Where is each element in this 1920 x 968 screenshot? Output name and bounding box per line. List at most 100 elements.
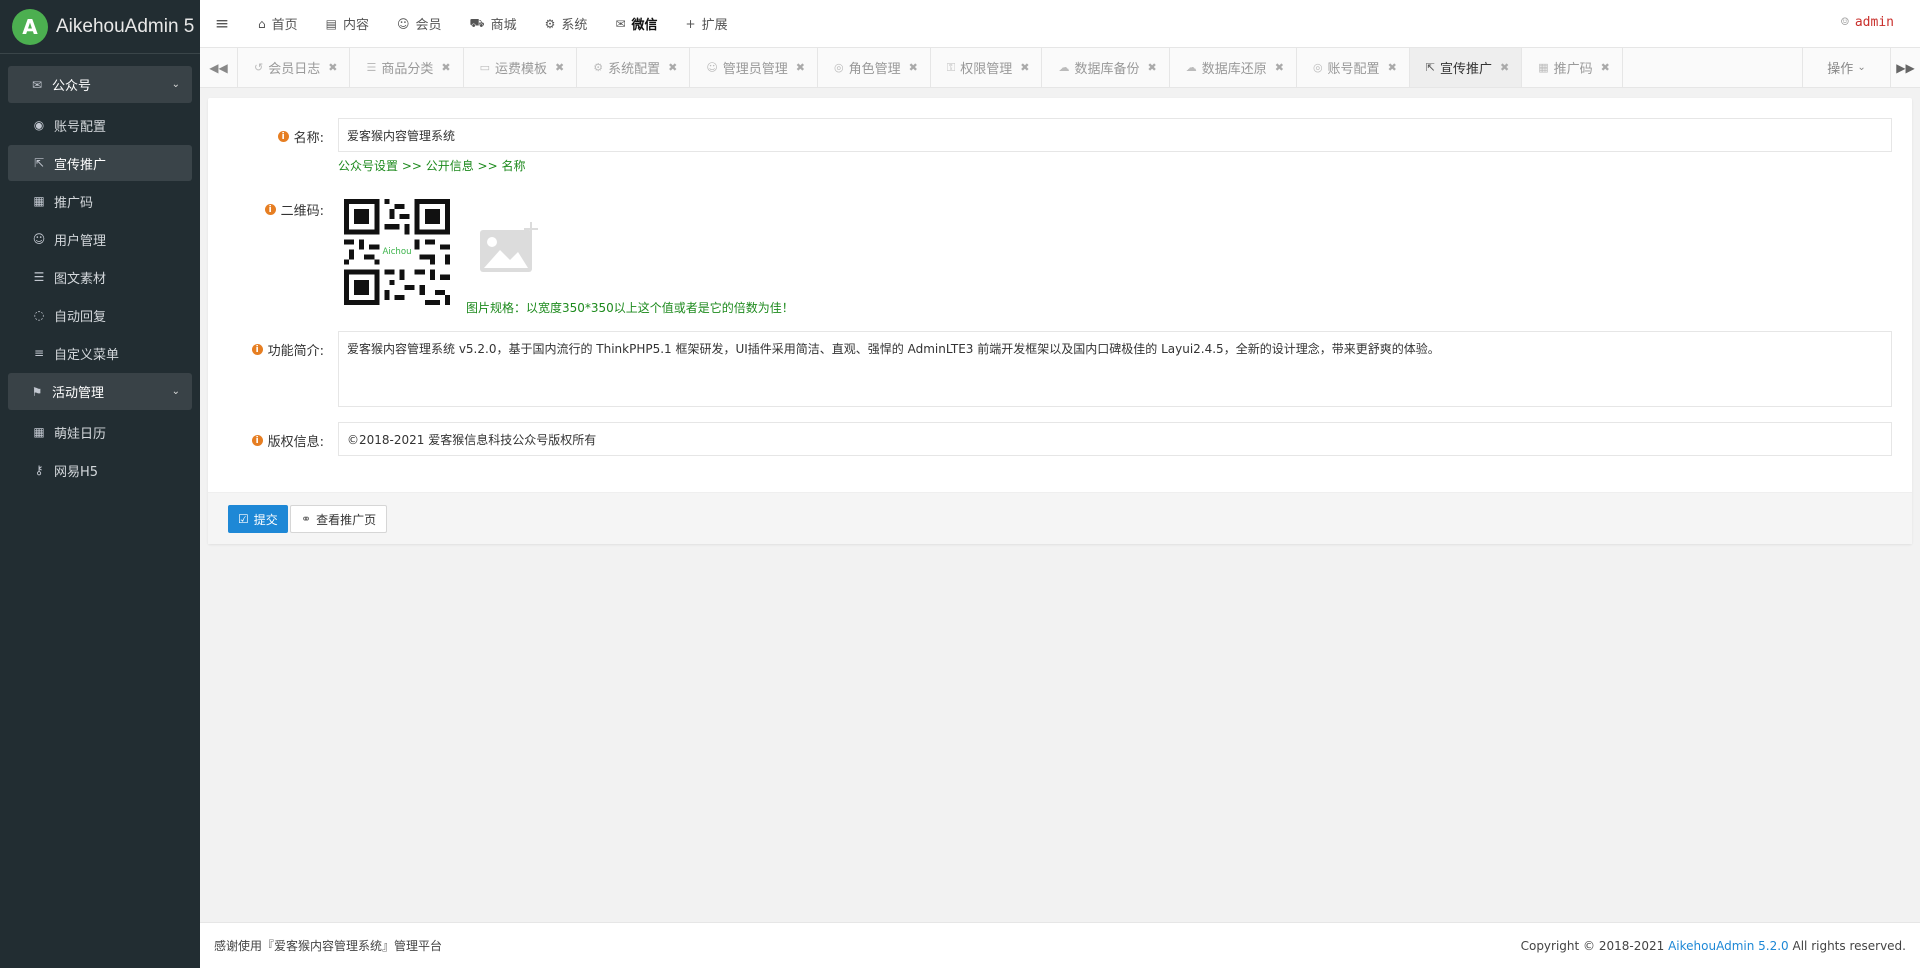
sidebar-item-media[interactable]: ☰ 图文素材 <box>8 259 192 295</box>
external-link-icon: ⇱ <box>1425 61 1435 74</box>
tab-label: 商品分类 <box>381 62 434 77</box>
tab-operations-label: 操作 <box>1827 62 1854 77</box>
name-field[interactable]: 爱客猴内容管理系统 <box>338 118 1892 152</box>
tab-db-restore[interactable]: ☁ 数据库还原 ✖ <box>1170 48 1297 87</box>
top-menu-label: 系统 <box>561 18 588 33</box>
footer-product-link[interactable]: AikehouAdmin 5.2.0 <box>1668 939 1789 953</box>
tab-role-management[interactable]: ◎ 角色管理 ✖ <box>818 48 931 87</box>
tab-promotion[interactable]: ⇱ 宣传推广 ✖ <box>1409 48 1523 87</box>
chevron-down-icon: ⌄ <box>171 386 180 397</box>
copyright-field[interactable]: ©2018-2021 爱客猴信息科技公众号版权所有 <box>338 422 1892 456</box>
tab-account-config[interactable]: ◎ 账号配置 ✖ <box>1297 48 1410 87</box>
view-promotion-page-button[interactable]: ⚭ 查看推广页 <box>290 505 388 533</box>
close-icon[interactable]: ✖ <box>1500 61 1509 74</box>
footer-copyright: Copyright © 2018-2021 AikehouAdmin 5.2.0… <box>1521 939 1906 953</box>
cloud-download-icon: ☁ <box>1058 61 1070 74</box>
tab-label: 推广码 <box>1553 62 1593 77</box>
submit-button[interactable]: ☑ 提交 <box>228 505 288 533</box>
qrcode-icon: ▦ <box>33 194 45 208</box>
image-upload-icon[interactable] <box>478 220 542 276</box>
close-icon[interactable]: ✖ <box>668 61 677 74</box>
close-icon[interactable]: ✖ <box>1020 61 1029 74</box>
sidebar-item-label: 自动回复 <box>54 309 107 325</box>
close-icon[interactable]: ✖ <box>909 61 918 74</box>
top-menu-mall[interactable]: ⛟ 商城 <box>456 14 531 34</box>
info-icon: i <box>251 344 263 355</box>
sidebar-group-label: 活动管理 <box>52 386 105 401</box>
tab-db-backup[interactable]: ☁ 数据库备份 ✖ <box>1042 48 1170 87</box>
tab-label: 账号配置 <box>1327 62 1380 77</box>
sidebar-item-label: 账号配置 <box>54 119 107 135</box>
user-menu[interactable]: ☺ admin <box>1841 15 1894 30</box>
tab-scroll-right-button[interactable]: ▶▶ <box>1890 48 1920 87</box>
comment-icon: ◌ <box>33 308 45 322</box>
close-icon[interactable]: ✖ <box>1275 61 1284 74</box>
sidebar-group-wechat[interactable]: ✉ 公众号 ⌄ <box>8 66 192 103</box>
top-menu-content[interactable]: ▤ 内容 <box>312 14 383 34</box>
user-icon: ☺ <box>1841 15 1849 30</box>
sidebar-item-custom-menu[interactable]: ≡ 自定义菜单 <box>8 335 192 371</box>
sidebar-item-netease-h5[interactable]: ⚷ 网易H5 <box>8 452 192 488</box>
chevron-down-icon: ⌄ <box>1857 62 1866 73</box>
top-menu-members[interactable]: ☺ 会员 <box>383 14 456 34</box>
tab-permission-management[interactable]: ⚿ 权限管理 ✖ <box>931 48 1043 87</box>
footer-copyright-prefix: Copyright © 2018-2021 <box>1520 938 1669 953</box>
file-icon: ▤ <box>325 16 337 31</box>
close-icon[interactable]: ✖ <box>441 61 450 74</box>
page-footer: 感谢使用『爱客猴内容管理系统』管理平台 Copyright © 2018-202… <box>200 922 1920 968</box>
tab-admin-management[interactable]: ☺ 管理员管理 ✖ <box>690 48 819 87</box>
sidebar-item-promo-code[interactable]: ▦ 推广码 <box>8 183 192 219</box>
description-textarea[interactable]: 爱客猴内容管理系统 v5.2.0，基于国内流行的 ThinkPHP5.1 框架研… <box>338 331 1892 407</box>
home-icon: ⌂ <box>258 16 266 31</box>
brand[interactable]: A AikehouAdmin 5 <box>0 0 200 54</box>
close-icon[interactable]: ✖ <box>555 61 564 74</box>
tab-product-category[interactable]: ☰ 商品分类 ✖ <box>350 48 464 87</box>
tab-label: 运费模板 <box>494 62 547 77</box>
tab-promo-code[interactable]: ▦ 推广码 ✖ <box>1522 48 1623 87</box>
qrcode-hint: 图片规格：以宽度350*350以上这个值或者是它的倍数为佳！ <box>466 301 794 315</box>
tab-scroll-left-button[interactable]: ◀◀ <box>200 48 238 87</box>
sidebar-item-baby-calendar[interactable]: ▦ 萌娃日历 <box>8 414 192 450</box>
tab-bar: ◀◀ ↺ 会员日志 ✖ ☰ 商品分类 ✖ ▭ 运费模板 ✖ ⚙ 系统配置 ✖ ☺ 管理员管理 ✖ ◎… <box>200 48 1920 88</box>
tab-operations-dropdown[interactable]: 操作 ⌄ <box>1802 48 1890 87</box>
qrcode-icon: ▦ <box>1538 61 1549 74</box>
name-label: i 名称: <box>277 127 324 146</box>
user-secret-icon: ⚿ <box>946 60 956 74</box>
cart-icon: ⛟ <box>469 15 485 30</box>
tab-label: 宣传推广 <box>1440 62 1493 77</box>
user-circle-icon: ◉ <box>33 118 45 132</box>
close-icon[interactable]: ✖ <box>796 61 805 74</box>
form-actions: ☑ 提交 ⚭ 查看推广页 <box>208 492 1912 544</box>
top-menu-wechat[interactable]: ✉ 微信 <box>601 14 671 34</box>
top-menu-home[interactable]: ⌂ 首页 <box>244 14 312 34</box>
description-label: i 功能简介: <box>251 340 324 359</box>
sidebar-group-activities[interactable]: ⚑ 活动管理 ⌄ <box>8 373 192 410</box>
close-icon[interactable]: ✖ <box>1147 61 1156 74</box>
sidebar-item-promotion[interactable]: ⇱ 宣传推广 <box>8 145 192 181</box>
sidebar-item-label: 用户管理 <box>54 233 107 249</box>
tab-system-config[interactable]: ⚙ 系统配置 ✖ <box>577 48 691 87</box>
sidebar-item-user-management[interactable]: ☺ 用户管理 <box>8 221 192 257</box>
top-menu: ⌂ 首页 ▤ 内容 ☺ 会员 ⛟ 商城 ⚙ 系统 ✉ 微信 + 扩展 <box>244 14 742 34</box>
qrcode-label: i 二维码: <box>264 200 324 219</box>
link-icon: ⚭ <box>301 512 312 526</box>
gear-icon: ⚙ <box>593 61 604 74</box>
tab-label: 角色管理 <box>848 62 901 77</box>
top-menu-extensions[interactable]: + 扩展 <box>672 14 742 34</box>
tab-shipping-template[interactable]: ▭ 运费模板 ✖ <box>464 48 578 87</box>
tab-label: 会员日志 <box>268 62 321 77</box>
wechat-icon: ✉ <box>31 77 43 92</box>
top-menu-system[interactable]: ⚙ 系统 <box>531 14 602 34</box>
logo-icon: A <box>12 8 48 45</box>
qrcode-image[interactable]: Aichou <box>344 199 450 305</box>
top-navbar: ≡ ⌂ 首页 ▤ 内容 ☺ 会员 ⛟ 商城 ⚙ 系统 ✉ 微信 + 扩展 ☺ a… <box>200 0 1920 48</box>
close-icon[interactable]: ✖ <box>1601 61 1610 74</box>
cloud-upload-icon: ☁ <box>1185 61 1197 74</box>
close-icon[interactable]: ✖ <box>1388 61 1397 74</box>
tab-member-log[interactable]: ↺ 会员日志 ✖ <box>238 48 351 87</box>
sidebar-item-auto-reply[interactable]: ◌ 自动回复 <box>8 297 192 333</box>
close-icon[interactable]: ✖ <box>328 61 337 74</box>
tab-label: 数据库备份 <box>1074 62 1140 77</box>
hamburger-menu-icon[interactable]: ≡ <box>200 14 244 34</box>
sidebar-item-account-config[interactable]: ◉ 账号配置 <box>8 107 192 143</box>
